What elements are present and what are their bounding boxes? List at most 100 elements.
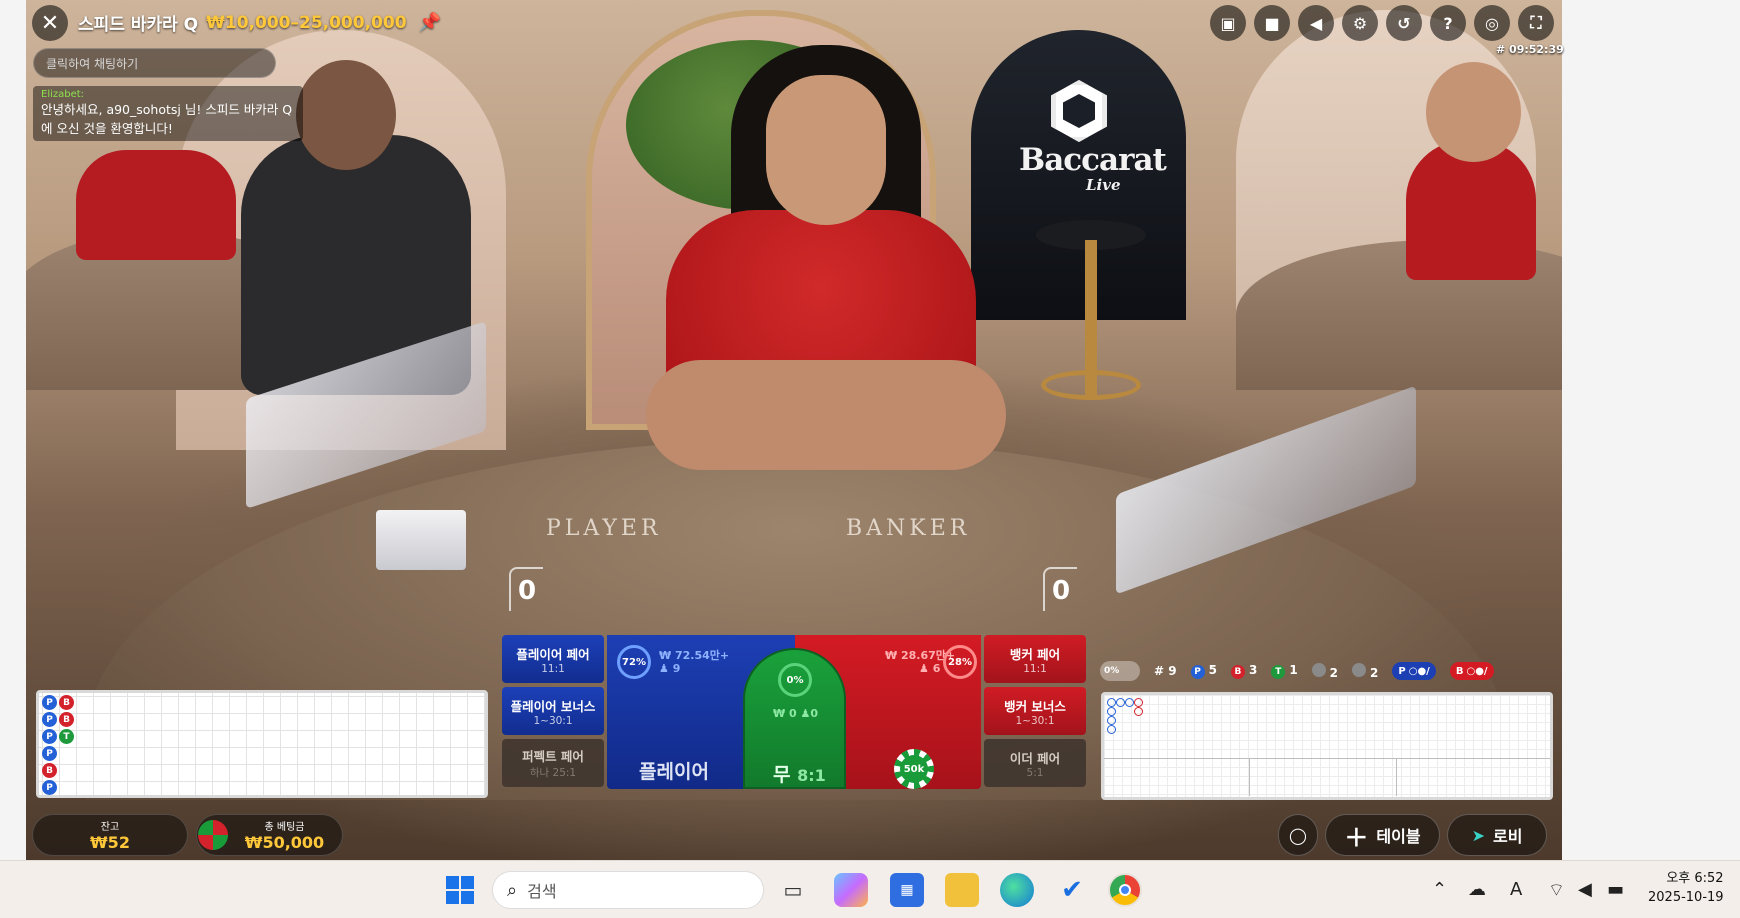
windows-start-icon[interactable] xyxy=(443,873,477,907)
top-toolbar: ▣ ■ ◀ ⚙ ↺ ? ◎ ⛶ xyxy=(1210,5,1554,41)
history-icon[interactable]: ↺ xyxy=(1386,5,1422,41)
chip-value: 50k xyxy=(900,755,928,783)
player-win-count: P5 xyxy=(1190,663,1217,679)
lobby-button[interactable]: ➤ 로비 xyxy=(1447,814,1547,856)
chips-button[interactable]: ◯ xyxy=(1278,814,1318,856)
player-bonus-label: 플레이어 보너스 xyxy=(510,698,596,714)
tie-bet-area[interactable]: 0% ₩ 0 ♟0 무 8:1 xyxy=(743,648,846,789)
clock-date: 2025-10-19 xyxy=(1648,890,1724,905)
user-icon: ♟ xyxy=(800,707,811,720)
big-road-mark xyxy=(1107,707,1116,716)
add-table-label: 테이블 xyxy=(1376,827,1421,846)
perfect-pair-bet[interactable]: 퍼펙트 페어 하나 25:1 xyxy=(502,739,604,787)
chat-message: Elizabet: 안녕하세요, a90_sohotsj 님! 스피드 바카라 … xyxy=(33,86,303,141)
tie-stats: ₩ 0 ♟0 xyxy=(773,707,818,720)
chat-message-text: 안녕하세요, a90_sohotsj 님! 스피드 바카라 Q에 오신 것을 환… xyxy=(41,102,293,136)
perfect-pair-label: 퍼펙트 페어 xyxy=(522,749,584,764)
player-bonus-bet[interactable]: 플레이어 보너스 1~30:1 xyxy=(502,687,604,735)
player-bettor-count: ♟ 9 xyxy=(659,662,681,675)
big-road-mark xyxy=(1116,698,1125,707)
bead-road-result: P xyxy=(42,712,57,727)
taskbar-clock[interactable]: 오후 6:52 2025-10-19 xyxy=(1648,869,1724,907)
big-road-mark xyxy=(1107,716,1116,725)
banker-pair-odds: 11:1 xyxy=(1023,662,1047,675)
ime-icon[interactable]: A xyxy=(1510,879,1522,900)
background-dealer-left xyxy=(76,150,236,260)
todo-icon[interactable]: ✔ xyxy=(1055,873,1089,907)
banker-pair-label: 뱅커 페어 xyxy=(1009,646,1061,662)
clock-time: 오후 6:52 xyxy=(1666,871,1724,886)
cloud-off-icon[interactable]: ☁ xyxy=(1468,879,1486,900)
table-name: 스피드 바카라 Q xyxy=(78,15,199,35)
banker-pair-count: 2 xyxy=(1352,662,1378,680)
help-icon[interactable]: ? xyxy=(1430,5,1466,41)
close-icon: ✕ xyxy=(40,10,60,36)
taskbar-search[interactable]: ⌕ 검색 xyxy=(492,871,764,909)
bead-road-result: B xyxy=(59,695,74,710)
chip-stack-icon xyxy=(198,820,228,850)
either-pair-label: 이더 페어 xyxy=(1009,750,1061,766)
pin-icon[interactable]: 📌 xyxy=(419,12,441,33)
close-button[interactable]: ✕ xyxy=(32,5,68,41)
store-icon[interactable]: ▦ xyxy=(890,873,924,907)
banker-win-count: B3 xyxy=(1230,663,1257,679)
placed-chip[interactable]: 50k xyxy=(894,749,934,789)
copilot-icon[interactable] xyxy=(834,873,868,907)
bead-road-result: P xyxy=(42,729,57,744)
banker-pair-bet[interactable]: 뱅커 페어 11:1 xyxy=(984,635,1086,683)
task-view-icon[interactable]: ▭ xyxy=(776,873,810,907)
bead-road-result: B xyxy=(42,763,57,778)
total-bet-value: ₩50,000 xyxy=(244,833,325,852)
settings-gear-icon[interactable]: ⚙ xyxy=(1342,5,1378,41)
file-explorer-icon[interactable] xyxy=(945,873,979,907)
card-deck xyxy=(376,510,466,570)
player-prediction[interactable]: P ○●/ xyxy=(1392,662,1436,680)
big-road-mark xyxy=(1125,698,1134,707)
battery-icon[interactable]: ▬ xyxy=(1607,879,1624,900)
user-icon: ♟ xyxy=(659,662,673,675)
perfect-pair-odds: 하나 25:1 xyxy=(529,767,577,779)
right-margin xyxy=(1562,0,1740,860)
player-pair-bet[interactable]: 플레이어 페어 11:1 xyxy=(502,635,604,683)
bead-road-result: P xyxy=(42,746,57,761)
background-dealer-right-head xyxy=(1426,62,1521,162)
chips-icon: ◯ xyxy=(1289,825,1307,845)
edge-icon[interactable] xyxy=(1000,873,1034,907)
banker-prediction[interactable]: B ○●/ xyxy=(1449,662,1494,680)
sound-icon[interactable]: ◀ xyxy=(1298,5,1334,41)
chevron-up-icon[interactable]: ⌃ xyxy=(1432,879,1447,900)
plus-icon: ＋ xyxy=(1344,823,1369,852)
banker-bettor-count: ♟ 6 xyxy=(919,662,941,675)
player-pair-label: 플레이어 페어 xyxy=(516,646,590,662)
game-round-id: # 09:52:39 xyxy=(1496,43,1564,56)
table-player-word: PLAYER xyxy=(546,516,662,541)
user-icon: ♟ xyxy=(919,662,933,675)
brand-subtitle: Live xyxy=(1086,176,1121,194)
dealer-face xyxy=(766,75,886,225)
search-icon: ⌕ xyxy=(507,879,518,901)
player-bonus-odds: 1~30:1 xyxy=(533,714,573,727)
round-count: # 9 xyxy=(1154,664,1177,678)
bead-road-result: P xyxy=(42,780,57,795)
video-icon[interactable]: ■ xyxy=(1254,5,1290,41)
banker-bonus-odds: 1~30:1 xyxy=(1015,714,1055,727)
add-table-button[interactable]: ＋ 테이블 xyxy=(1325,814,1440,856)
either-pair-bet[interactable]: 이더 페어 5:1 xyxy=(984,739,1086,787)
headset-icon[interactable]: ◎ xyxy=(1474,5,1510,41)
big-road[interactable] xyxy=(1101,692,1553,800)
road-toggle[interactable]: 0% xyxy=(1100,661,1140,681)
banker-bonus-bet[interactable]: 뱅커 보너스 1~30:1 xyxy=(984,687,1086,735)
volume-icon[interactable]: ◀ xyxy=(1578,879,1592,900)
bead-road[interactable]: PBPBPTPBP xyxy=(36,690,488,798)
chrome-icon[interactable] xyxy=(1108,873,1142,907)
lobby-arrow-icon: ➤ xyxy=(1471,825,1485,845)
road-divider xyxy=(1249,758,1250,796)
fullscreen-icon[interactable]: ⛶ xyxy=(1518,5,1554,41)
shuffling-dealer-head xyxy=(296,60,396,170)
wifi-icon[interactable]: ⌔ xyxy=(1548,879,1565,902)
balance-display: 잔고 ₩52 xyxy=(32,814,188,856)
chat-icon[interactable]: ▣ xyxy=(1210,5,1246,41)
lobby-label: 로비 xyxy=(1492,827,1523,846)
player-pair-count: 2 xyxy=(1311,662,1338,680)
chat-input[interactable]: 클릭하여 채팅하기 xyxy=(33,48,276,78)
